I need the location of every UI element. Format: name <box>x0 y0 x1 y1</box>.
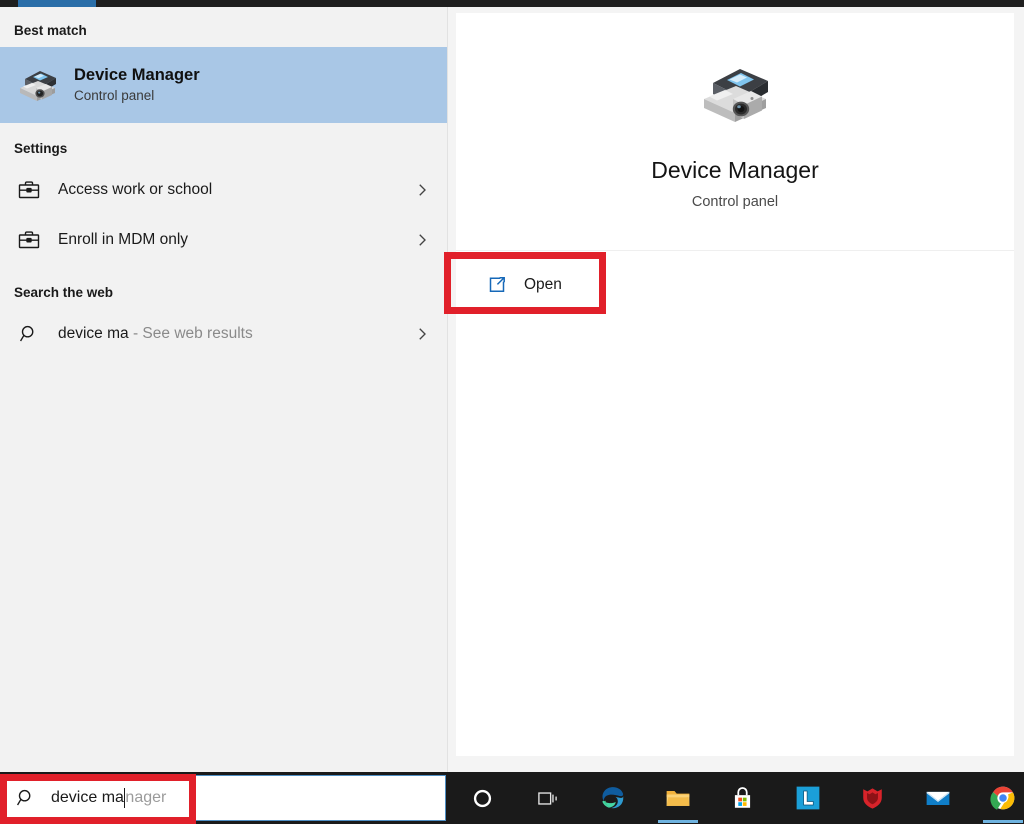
web-search-query: device ma <box>58 325 129 342</box>
preview-subtitle: Control panel <box>691 193 779 210</box>
taskbar-search-input[interactable]: device ma nager <box>2 775 446 821</box>
microsoft-store-icon[interactable] <box>710 772 775 824</box>
search-flyout: Best match Device Manager Control panel … <box>0 7 1024 772</box>
open-button-label: Open <box>524 276 562 293</box>
open-button[interactable]: Open <box>460 263 606 307</box>
search-results-pane: Best match Device Manager Control panel … <box>0 7 448 772</box>
edge-icon[interactable] <box>580 772 645 824</box>
best-match-result-device-manager[interactable]: Device Manager Control panel <box>0 47 447 123</box>
preview-pane: Device Manager Control panel Open <box>444 7 1024 772</box>
preview-title: Device Manager <box>651 157 819 184</box>
task-view-icon[interactable] <box>515 772 580 824</box>
file-explorer-icon[interactable] <box>645 772 710 824</box>
chevron-right-icon[interactable] <box>411 179 433 201</box>
mail-icon[interactable] <box>905 772 970 824</box>
best-match-subtitle: Control panel <box>74 88 155 103</box>
app-l-icon[interactable] <box>775 772 840 824</box>
search-icon <box>16 321 42 347</box>
open-action-wrapper: Open <box>444 252 606 314</box>
mcafee-icon[interactable] <box>840 772 905 824</box>
settings-item-label: Access work or school <box>58 181 213 198</box>
cortana-icon[interactable] <box>450 772 515 824</box>
best-match-header: Best match <box>14 22 87 38</box>
settings-item-enroll-in-mdm-only[interactable]: Enroll in MDM only <box>0 215 447 265</box>
briefcase-icon <box>16 227 42 253</box>
settings-item-label: Enroll in MDM only <box>58 231 189 248</box>
web-search-result-row[interactable]: device ma - See web results <box>0 309 447 359</box>
search-the-web-header: Search the web <box>14 284 114 300</box>
open-external-icon <box>486 274 508 296</box>
settings-header: Settings <box>14 140 68 156</box>
web-search-result-label: device ma - See web results <box>58 325 411 343</box>
best-match-text: Device Manager Control panel <box>74 64 200 107</box>
search-input-text: device ma nager <box>51 788 166 808</box>
windows-search-flyout-screen: Best match Device Manager Control panel … <box>0 0 1024 824</box>
device-manager-icon <box>694 53 776 135</box>
taskbar-icons <box>450 772 1024 824</box>
chevron-right-icon[interactable] <box>411 323 433 345</box>
briefcase-icon <box>16 177 42 203</box>
device-manager-icon <box>14 62 60 108</box>
search-suggestion-text: nager <box>125 789 167 806</box>
preview-actions: Open <box>444 251 1014 756</box>
best-match-title: Device Manager <box>74 65 200 84</box>
top-chrome-strip <box>0 0 1024 7</box>
settings-item-access-work-or-school[interactable]: Access work or school <box>0 165 447 215</box>
web-search-suffix: - See web results <box>128 325 253 342</box>
taskbar: device ma nager <box>0 772 1024 824</box>
preview-card: Device Manager Control panel <box>456 13 1014 251</box>
search-typed-text: device ma <box>51 789 124 806</box>
chrome-icon[interactable] <box>970 772 1024 824</box>
search-icon <box>15 787 37 809</box>
top-chrome-accent <box>18 0 96 7</box>
chevron-right-icon[interactable] <box>411 229 433 251</box>
